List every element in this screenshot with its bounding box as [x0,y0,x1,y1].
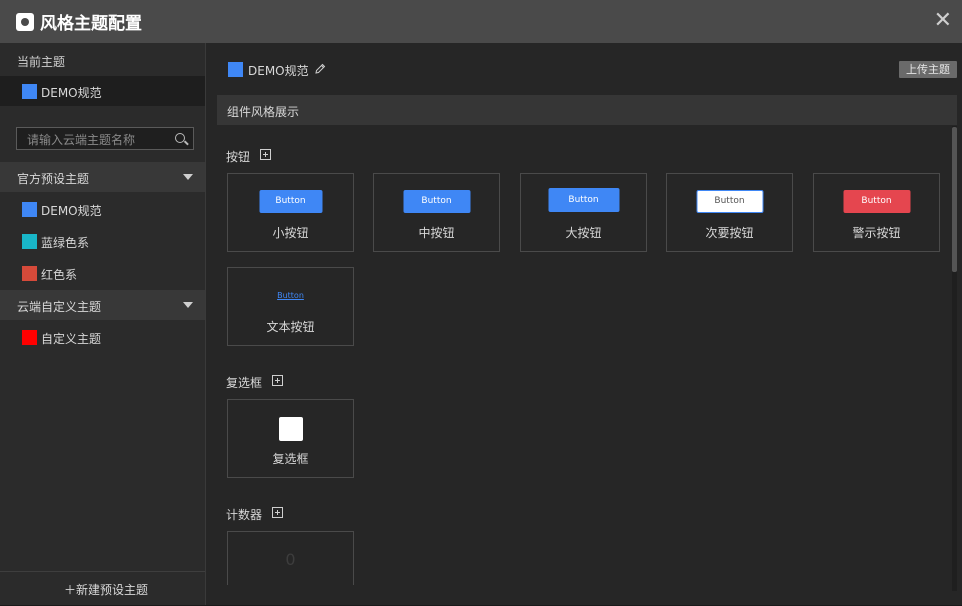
card-caption: 次要按钮 [705,226,754,240]
card-caption: 复选框 [272,452,309,466]
plus-icon[interactable] [272,507,283,518]
warning-button-card[interactable]: Button 警示按钮 [813,173,940,252]
card-caption: 大按钮 [565,226,602,240]
theme-color-swatch [22,234,37,249]
chevron-down-icon [183,302,193,308]
counter-card[interactable]: 0 [227,531,354,585]
counter-section-label: 计数器 [226,508,263,522]
text-button-demo[interactable]: Button [261,291,321,300]
medium-button-demo[interactable]: Button [403,190,470,213]
cloud-group-label: 云端自定义主题 [17,300,102,314]
counter-value: 0 [285,550,296,569]
secondary-button-card[interactable]: Button 次要按钮 [666,173,793,252]
edit-icon[interactable] [314,63,326,75]
card-caption: 警示按钮 [852,226,901,240]
theme-search-input[interactable] [25,130,169,149]
card-caption: 文本按钮 [266,320,315,334]
plus-icon[interactable] [272,375,283,386]
theme-name: DEMO规范 [248,64,309,78]
chevron-down-icon [183,174,193,180]
scrollbar-thumb[interactable] [952,127,957,272]
checkbox-card[interactable]: 复选框 [227,399,354,478]
preset-group-label: 官方预设主题 [17,172,90,186]
cloud-theme-custom[interactable]: 自定义主题 [0,322,205,352]
theme-item-label: DEMO规范 [41,204,102,218]
secondary-button-demo[interactable]: Button [696,190,763,213]
large-button-demo[interactable]: Button [548,188,619,212]
theme-color-swatch [228,62,243,77]
warning-button-demo[interactable]: Button [843,190,910,213]
new-preset-theme-label: ＋新建预设主题 [64,583,149,597]
plus-icon[interactable] [260,149,271,160]
theme-color-swatch [22,266,37,281]
small-button-demo[interactable]: Button [259,190,322,213]
current-theme-name: DEMO规范 [41,86,102,100]
theme-item-label: 自定义主题 [41,332,102,346]
theme-preview-panel: DEMO规范 上传主题 组件风格展示 按钮 Button 小按钮 Button … [207,43,962,605]
preset-theme-red[interactable]: 红色系 [0,258,205,288]
section-title: 组件风格展示 [227,105,300,119]
theme-config-dialog: 风格主题配置 ✕ 当前主题 DEMO规范 官方预设主题 DEMO规范 蓝绿色系 … [0,0,962,605]
checkbox-demo[interactable] [279,417,303,441]
theme-item-label: 红色系 [41,268,78,282]
card-caption: 小按钮 [272,226,309,240]
component-style-header: 组件风格展示 [217,95,957,125]
theme-sidebar: 当前主题 DEMO规范 官方预设主题 DEMO规范 蓝绿色系 红色系 云端自定义… [0,43,206,605]
text-button-card[interactable]: Button 文本按钮 [227,267,354,346]
medium-button-card[interactable]: Button 中按钮 [373,173,500,252]
current-theme-label: 当前主题 [17,55,66,69]
app-logo-icon [16,12,34,31]
current-theme-swatch [22,84,37,99]
theme-color-swatch [22,202,37,217]
cloud-group-header[interactable]: 云端自定义主题 [0,290,205,320]
preset-group-header[interactable]: 官方预设主题 [0,162,205,192]
theme-color-swatch [22,330,37,345]
large-button-card[interactable]: Button 大按钮 [520,173,647,252]
close-icon[interactable]: ✕ [934,9,952,33]
small-button-card[interactable]: Button 小按钮 [227,173,354,252]
titlebar: 风格主题配置 ✕ [0,0,962,43]
theme-search-box [16,127,194,150]
new-preset-theme-button[interactable]: ＋新建预设主题 [0,571,205,606]
preset-theme-demo[interactable]: DEMO规范 [0,194,205,224]
preset-theme-blue-green[interactable]: 蓝绿色系 [0,226,205,256]
buttons-section-label: 按钮 [226,150,251,164]
theme-item-label: 蓝绿色系 [41,236,90,250]
upload-theme-button[interactable]: 上传主题 [899,61,957,78]
checkbox-section-label: 复选框 [226,376,263,390]
dialog-title: 风格主题配置 [40,14,142,34]
card-caption: 中按钮 [418,226,455,240]
search-icon[interactable] [175,133,185,143]
current-theme-row: DEMO规范 [0,76,205,106]
